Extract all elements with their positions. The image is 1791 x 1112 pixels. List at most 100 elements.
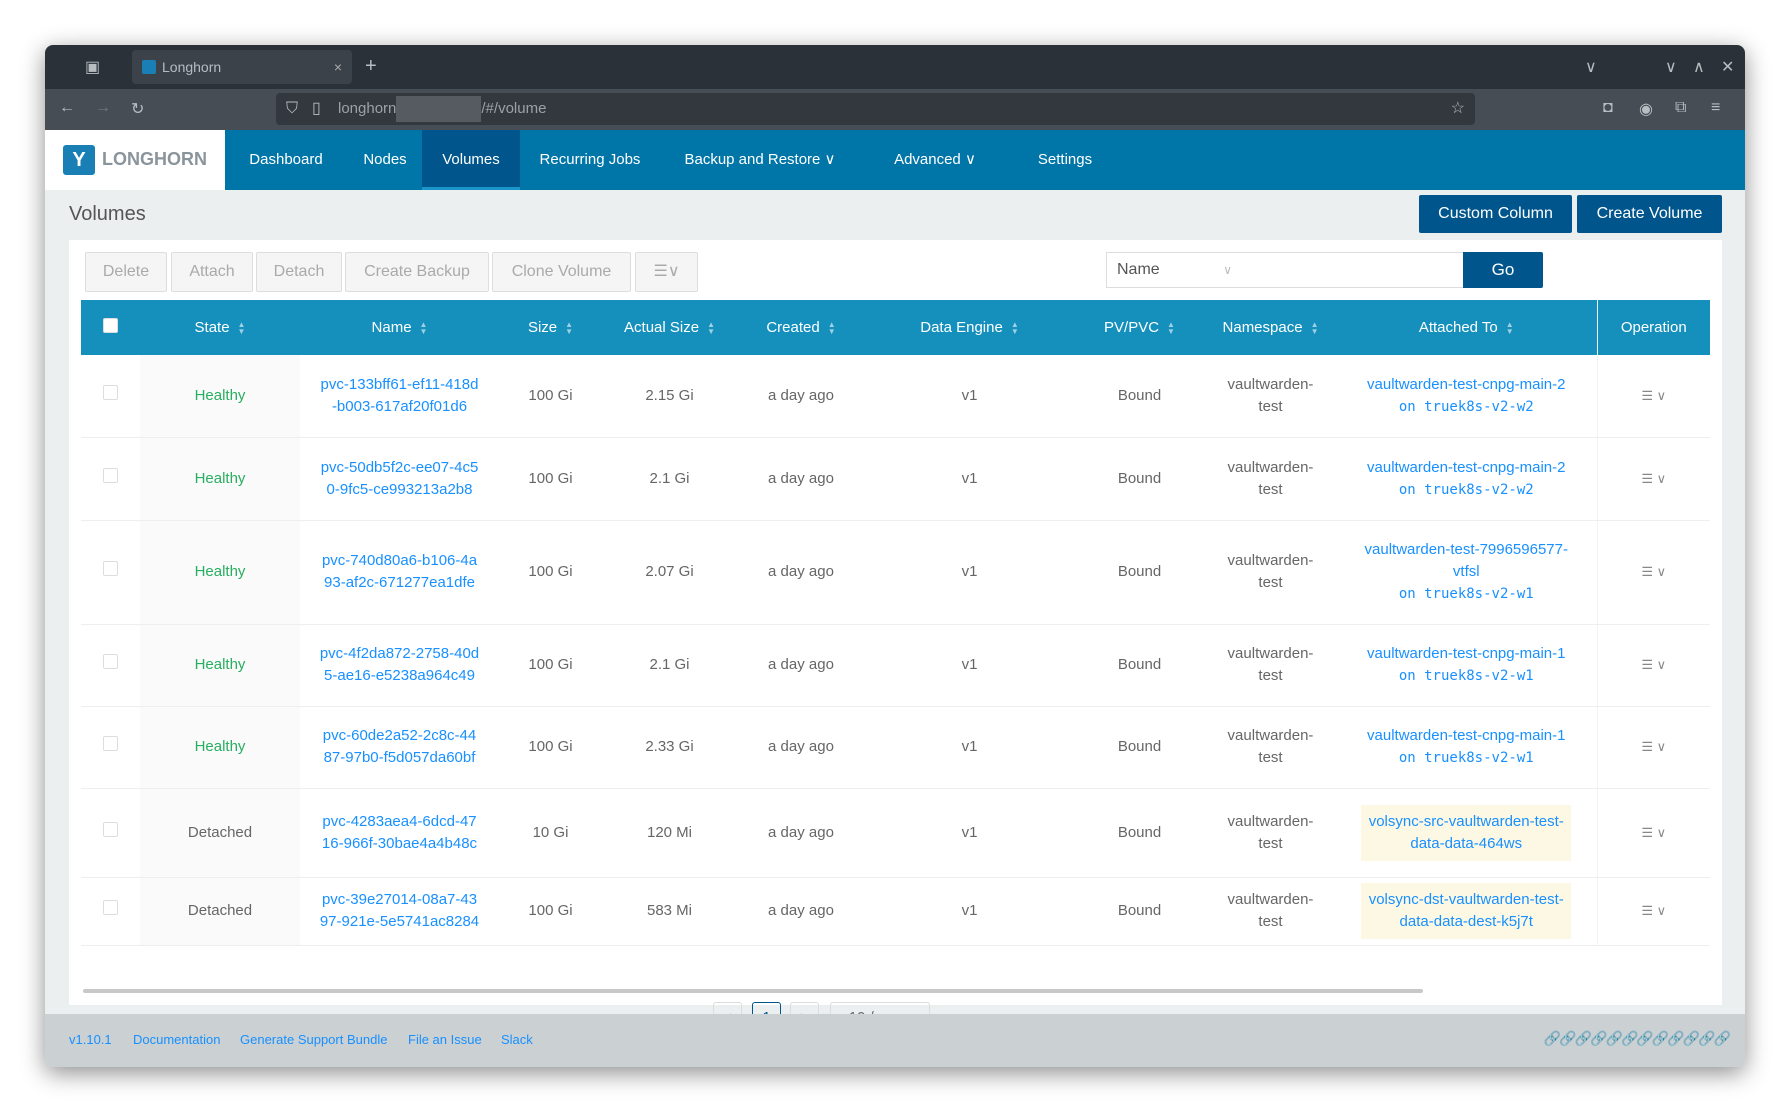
- column-header[interactable]: Size ▲ ▼: [499, 300, 602, 355]
- documentation-link[interactable]: Documentation: [133, 1032, 220, 1047]
- sort-icon[interactable]: ▲ ▼: [1311, 321, 1319, 336]
- volume-name-link[interactable]: pvc-4283aea4-6dcd-4716-966f-30bae4a4b48c: [320, 811, 480, 855]
- reload-icon[interactable]: ↻: [131, 99, 144, 119]
- nav-backup-restore[interactable]: Backup and Restore ∨: [660, 130, 860, 190]
- clone-volume-button[interactable]: Clone Volume: [492, 252, 631, 292]
- volume-name-link[interactable]: pvc-740d80a6-b106-4a93-af2c-671277ea1dfe: [320, 550, 480, 594]
- attached-to-link[interactable]: vaultwarden-test-cnpg-main-2: [1361, 374, 1571, 396]
- operation-menu-icon[interactable]: ☰ ∨: [1641, 388, 1666, 403]
- menu-icon[interactable]: ≡: [1711, 99, 1720, 117]
- forward-icon[interactable]: →: [95, 99, 111, 117]
- address-input[interactable]: ⛉ ▯ longhorn /#/volume ☆: [276, 93, 1475, 125]
- created-cell: a day ago: [737, 520, 865, 625]
- operation-menu-icon[interactable]: ☰ ∨: [1641, 825, 1666, 840]
- column-header[interactable]: Name ▲ ▼: [300, 300, 499, 355]
- select-all-checkbox[interactable]: [103, 318, 118, 333]
- pv-pvc-cell: Bound: [1074, 437, 1205, 521]
- sort-icon[interactable]: ▲ ▼: [1506, 321, 1514, 336]
- column-header[interactable]: Namespace ▲ ▼: [1205, 300, 1336, 355]
- more-actions-dropdown[interactable]: ☰∨: [635, 252, 698, 292]
- attached-to-link[interactable]: volsync-dst-vaultwarden-test-data-data-d…: [1361, 883, 1572, 939]
- attached-to-link[interactable]: vaultwarden-test-cnpg-main-1: [1361, 725, 1571, 747]
- row-checkbox[interactable]: [103, 467, 118, 483]
- search-input[interactable]: [1242, 252, 1464, 288]
- new-tab-icon[interactable]: +: [365, 55, 377, 78]
- sort-icon[interactable]: ▲ ▼: [238, 321, 246, 336]
- sort-icon[interactable]: ▲ ▼: [1167, 321, 1175, 336]
- column-header[interactable]: State ▲ ▼: [140, 300, 300, 355]
- data-engine-cell: v1: [865, 706, 1074, 789]
- file-issue-link[interactable]: File an Issue: [408, 1032, 482, 1047]
- column-header[interactable]: Attached To ▲ ▼: [1336, 300, 1597, 355]
- detach-button[interactable]: Detach: [256, 252, 342, 292]
- nav-recurring-jobs[interactable]: Recurring Jobs: [520, 130, 660, 190]
- search-field-select[interactable]: Name ∨: [1106, 252, 1243, 288]
- tab-overview-icon[interactable]: ▣: [85, 57, 100, 77]
- sort-icon[interactable]: ▲ ▼: [1011, 321, 1019, 336]
- pv-pvc-cell: Bound: [1074, 706, 1205, 789]
- sort-icon[interactable]: ▲ ▼: [565, 321, 573, 336]
- close-window-icon[interactable]: ✕: [1721, 57, 1734, 77]
- attached-to-link[interactable]: volsync-src-vaultwarden-test-data-data-4…: [1361, 804, 1572, 861]
- operation-menu-icon[interactable]: ☰ ∨: [1641, 903, 1666, 918]
- operation-menu-icon[interactable]: ☰ ∨: [1641, 657, 1666, 672]
- go-button[interactable]: Go: [1463, 252, 1543, 288]
- table-row: Healthy pvc-60de2a52-2c8c-4487-97b0-f5d05…: [81, 706, 1710, 789]
- operation-menu-icon[interactable]: ☰ ∨: [1641, 471, 1666, 486]
- footer: v1.10.1 Documentation Generate Support B…: [45, 1014, 1745, 1067]
- operation-menu-icon[interactable]: ☰ ∨: [1641, 564, 1666, 579]
- row-select-cell: [81, 624, 140, 707]
- custom-column-button[interactable]: Custom Column: [1419, 195, 1572, 233]
- nav-volumes[interactable]: Volumes: [422, 130, 520, 190]
- horizontal-scrollbar[interactable]: [83, 989, 1423, 993]
- version-link[interactable]: v1.10.1: [69, 1032, 112, 1047]
- row-checkbox[interactable]: [103, 384, 118, 400]
- operation-menu-icon[interactable]: ☰ ∨: [1641, 739, 1666, 754]
- support-bundle-link[interactable]: Generate Support Bundle: [240, 1032, 387, 1047]
- sort-icon[interactable]: ▲ ▼: [707, 321, 715, 336]
- bookmark-star-icon[interactable]: ☆: [1451, 93, 1465, 125]
- volume-name-link[interactable]: pvc-60de2a52-2c8c-4487-97b0-f5d057da60bf: [320, 725, 480, 769]
- maximize-icon[interactable]: ∧: [1693, 57, 1705, 77]
- data-engine-cell: v1: [865, 437, 1074, 521]
- table-row: Healthy pvc-133bff61-ef11-418d-b003-617af…: [81, 355, 1710, 438]
- nav-advanced[interactable]: Advanced ∨: [875, 130, 995, 190]
- column-header[interactable]: PV/PVC ▲ ▼: [1074, 300, 1205, 355]
- create-backup-button[interactable]: Create Backup: [345, 252, 489, 292]
- attached-to-link[interactable]: vaultwarden-test-cnpg-main-2: [1361, 457, 1571, 479]
- list-tabs-icon[interactable]: ∨: [1585, 57, 1597, 77]
- sort-icon[interactable]: ▲ ▼: [828, 321, 836, 336]
- attach-button[interactable]: Attach: [171, 252, 253, 292]
- account-icon[interactable]: ◉: [1639, 99, 1653, 119]
- create-volume-button[interactable]: Create Volume: [1577, 195, 1722, 233]
- nav-nodes[interactable]: Nodes: [347, 130, 423, 190]
- back-icon[interactable]: ←: [59, 99, 75, 117]
- delete-button[interactable]: Delete: [85, 252, 167, 292]
- volume-name-link[interactable]: pvc-39e27014-08a7-4397-921e-5e5741ac8284: [320, 889, 480, 933]
- attached-to-link[interactable]: vaultwarden-test-cnpg-main-1: [1361, 643, 1571, 665]
- column-header[interactable]: Data Engine ▲ ▼: [865, 300, 1074, 355]
- namespace-cell: vaultwarden-test: [1227, 812, 1314, 852]
- row-checkbox[interactable]: [103, 821, 118, 837]
- bitwarden-icon[interactable]: ◘: [1603, 99, 1613, 117]
- volume-name-link[interactable]: pvc-4f2da872-2758-40d5-ae16-e5238a964c49: [320, 643, 480, 687]
- row-checkbox[interactable]: [103, 561, 118, 576]
- sort-icon[interactable]: ▲ ▼: [420, 321, 428, 336]
- slack-link[interactable]: Slack: [501, 1032, 533, 1047]
- close-tab-icon[interactable]: ×: [334, 50, 342, 84]
- row-checkbox[interactable]: [103, 900, 118, 915]
- column-header[interactable]: Actual Size ▲ ▼: [602, 300, 737, 355]
- logo[interactable]: Y LONGHORN: [45, 130, 225, 190]
- row-checkbox[interactable]: [103, 654, 118, 669]
- actual-size-cell: 583 Mi: [602, 877, 737, 946]
- minimize-icon[interactable]: ∨: [1665, 57, 1677, 77]
- volume-name-link[interactable]: pvc-133bff61-ef11-418d-b003-617af20f01d6: [320, 374, 480, 418]
- extensions-icon[interactable]: ⧉: [1675, 99, 1686, 117]
- column-header[interactable]: Created ▲ ▼: [737, 300, 865, 355]
- nav-dashboard[interactable]: Dashboard: [225, 130, 347, 190]
- volume-name-link[interactable]: pvc-50db5f2c-ee07-4c50-9fc5-ce993213a2b8: [320, 457, 480, 501]
- nav-settings[interactable]: Settings: [1015, 130, 1115, 190]
- attached-to-link[interactable]: vaultwarden-test-7996596577-vtfsl: [1361, 539, 1571, 583]
- browser-tab[interactable]: Longhorn ×: [132, 50, 352, 84]
- row-checkbox[interactable]: [103, 736, 118, 751]
